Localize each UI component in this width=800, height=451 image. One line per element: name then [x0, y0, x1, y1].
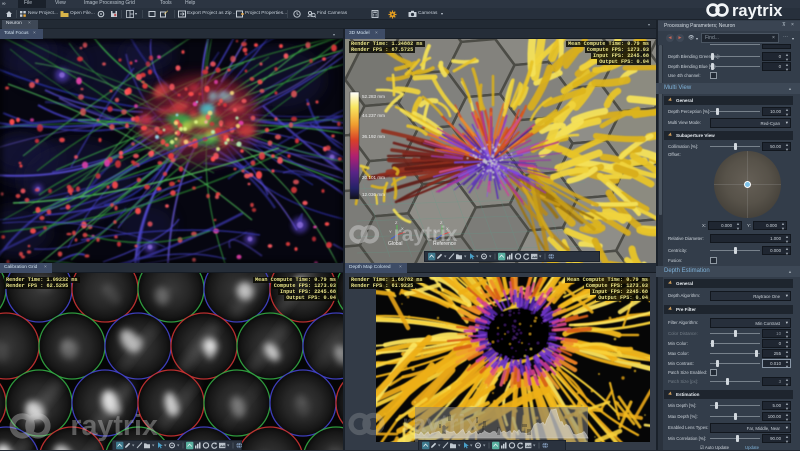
- svg-text:52.283 mm: 52.283 mm: [362, 94, 385, 99]
- svg-text:12.036 mm: 12.036 mm: [362, 192, 385, 197]
- svg-text:36.192 mm: 36.192 mm: [362, 134, 385, 139]
- svg-text:20.101 mm: 20.101 mm: [362, 175, 385, 180]
- svg-text:raytrix: raytrix: [732, 2, 783, 19]
- svg-text:44.237 mm: 44.237 mm: [362, 113, 385, 118]
